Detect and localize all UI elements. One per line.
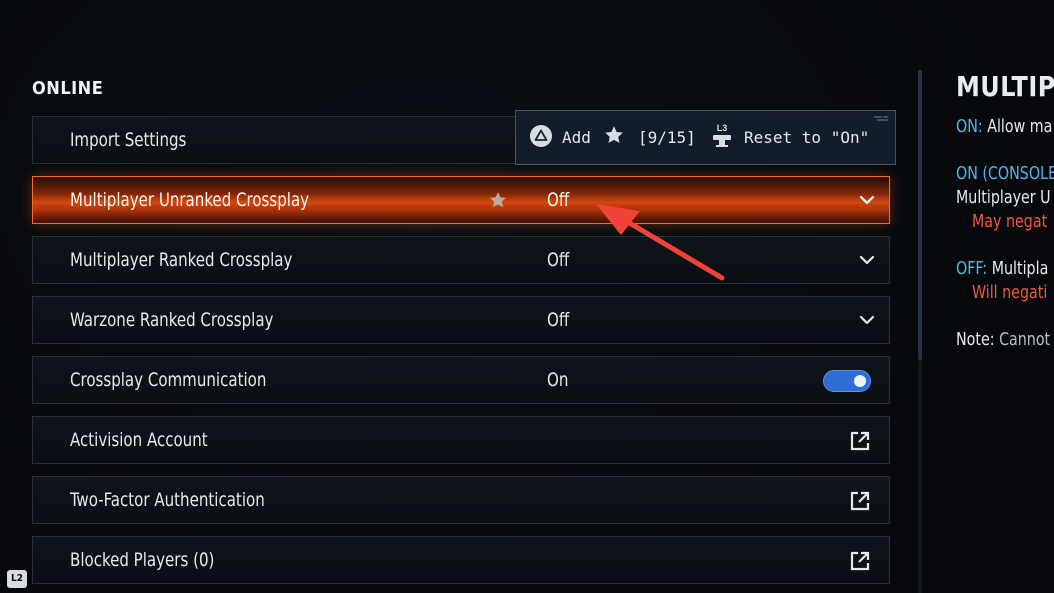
row-label: Two-Factor Authentication [70, 489, 265, 511]
row-label: Crossplay Communication [70, 369, 267, 391]
row-label: Multiplayer Ranked Crossplay [70, 249, 293, 271]
popup-corner-decoration-icon [874, 116, 888, 121]
two-factor-authentication-row[interactable]: Two-Factor Authentication [32, 476, 890, 524]
blocked-players-row[interactable]: Blocked Players (0) [32, 536, 890, 584]
favorite-star-icon[interactable] [488, 190, 508, 210]
desc-text: Cannot [999, 329, 1051, 350]
chevron-down-icon[interactable] [859, 314, 875, 326]
triangle-button-icon [530, 125, 552, 147]
reset-to-default-label[interactable]: Reset to "On" [744, 128, 869, 147]
panel-divider-track [918, 360, 922, 593]
settings-screen: ONLINE Import Settings Multiplayer Unran… [0, 0, 1054, 593]
warzone-ranked-crossplay-row[interactable]: Warzone Ranked Crossplay Off [32, 296, 890, 344]
crossplay-communication-toggle[interactable] [823, 370, 871, 392]
row-value: Off [547, 189, 570, 211]
row-label: Multiplayer Unranked Crossplay [70, 189, 310, 211]
row-value: Off [547, 249, 570, 271]
desc-text: Allow ma [987, 116, 1053, 137]
activision-account-row[interactable]: Activision Account [32, 416, 890, 464]
scrollbar-thumb[interactable] [918, 70, 922, 360]
l3-stick-icon: L3 [713, 123, 731, 147]
desc-text: Multipla [991, 258, 1049, 279]
row-label: Blocked Players (0) [70, 549, 215, 571]
desc-key: OFF: [956, 258, 988, 279]
row-value: On [547, 369, 569, 391]
chevron-down-icon[interactable] [859, 254, 875, 266]
multiplayer-unranked-crossplay-row[interactable]: Multiplayer Unranked Crossplay Off [32, 176, 890, 224]
description-note-line: Note: Cannot [956, 329, 1050, 350]
desc-key: ON: [956, 116, 983, 137]
star-icon [605, 126, 623, 143]
l2-button-badge: L2 [7, 570, 27, 588]
description-on-line: ON: Allow ma [956, 116, 1052, 137]
chevron-down-icon[interactable] [859, 194, 875, 206]
description-on-console-text: Multiplayer U [956, 187, 1051, 208]
l3-stick-label: L3 [717, 123, 728, 133]
row-label: Activision Account [70, 429, 208, 451]
external-link-icon [850, 551, 870, 571]
description-off-line: OFF: Multipla [956, 258, 1048, 279]
description-title: MULTIP [956, 70, 1054, 103]
toggle-knob [854, 375, 866, 387]
row-label: Warzone Ranked Crossplay [70, 309, 274, 331]
row-value: Off [547, 309, 570, 331]
external-link-icon [850, 431, 870, 451]
section-title: ONLINE [32, 78, 104, 99]
description-off-warning: Will negati [972, 282, 1048, 303]
crossplay-communication-row[interactable]: Crossplay Communication On [32, 356, 890, 404]
favorite-popup: Add [9/15] L3 Reset to "On" [515, 110, 896, 165]
popup-add-label[interactable]: Add [562, 128, 591, 147]
description-on-console-warning: May negat [972, 211, 1048, 232]
external-link-icon [850, 491, 870, 511]
row-label: Import Settings [70, 129, 187, 151]
multiplayer-ranked-crossplay-row[interactable]: Multiplayer Ranked Crossplay Off [32, 236, 890, 284]
desc-key: Note: [956, 329, 995, 350]
description-on-console-key: ON (CONSOLE [956, 163, 1054, 184]
favorites-count: [9/15] [638, 128, 696, 147]
